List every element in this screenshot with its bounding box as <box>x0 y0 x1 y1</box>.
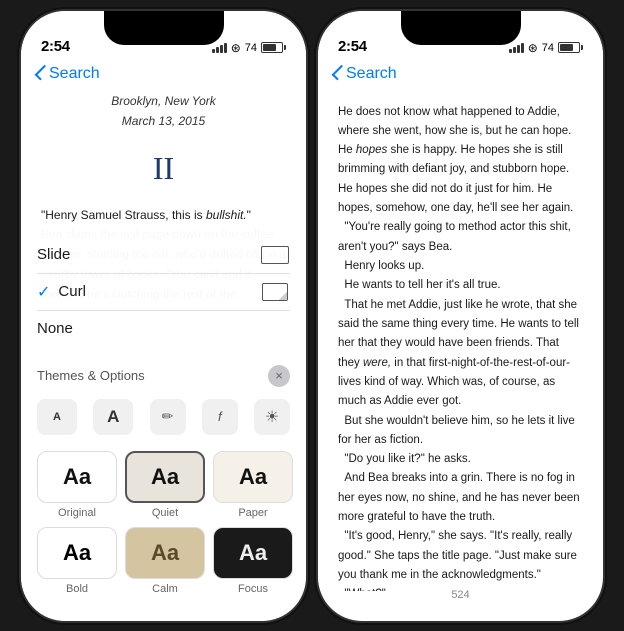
left-phone: 2:54 ⊛ 74 Search <box>21 11 306 621</box>
book-location: Brooklyn, New York March 13, 2015 <box>41 91 286 132</box>
theme-name-focus: Focus <box>238 583 268 595</box>
back-label-left: Search <box>49 65 100 83</box>
theme-preview-quiet: Aa <box>125 451 205 503</box>
brightness-icon: ☀ <box>265 407 279 427</box>
status-bar-left: 2:54 ⊛ 74 <box>21 11 306 61</box>
font-serif-button[interactable]: f <box>202 399 238 435</box>
close-icon: × <box>275 368 283 383</box>
checkmark-icon: ✓ <box>37 282 50 302</box>
wifi-icon-right: ⊛ <box>528 41 538 55</box>
notch-right <box>401 11 521 45</box>
theme-card-focus[interactable]: Aa Focus <box>213 527 293 595</box>
nav-bar-right: Search <box>318 61 603 91</box>
themes-header: Themes & Options × <box>21 355 306 393</box>
battery-label: 74 <box>245 42 257 54</box>
phones-container: 2:54 ⊛ 74 Search <box>21 11 603 621</box>
back-button-right[interactable]: Search <box>334 65 587 83</box>
chevron-left-icon-right <box>332 64 348 80</box>
overlay-panel: Slide ✓ Curl None <box>21 225 306 621</box>
theme-preview-calm: Aa <box>125 527 205 579</box>
signal-icon-right <box>509 43 524 53</box>
slide-option-label-slide: Slide <box>37 246 70 263</box>
brightness-button[interactable]: ☀ <box>254 399 290 435</box>
slide-options: Slide ✓ Curl None <box>21 225 306 355</box>
status-icons-left: ⊛ 74 <box>212 41 286 55</box>
chapter-number: II <box>41 141 286 195</box>
right-phone: 2:54 ⊛ 74 Search <box>318 11 603 621</box>
time-right: 2:54 <box>338 38 367 55</box>
themes-label: Themes & Options <box>37 368 145 383</box>
slide-option-none[interactable]: None <box>37 311 290 347</box>
book-content-right: He does not know what happened to Addie,… <box>318 91 603 591</box>
theme-card-calm[interactable]: Aa Calm <box>125 527 205 595</box>
time-left: 2:54 <box>41 38 70 55</box>
font-increase-button[interactable]: A <box>93 399 133 435</box>
chevron-left-icon <box>35 64 51 80</box>
close-button[interactable]: × <box>268 365 290 387</box>
battery-icon-right <box>558 42 583 53</box>
slide-icon <box>260 245 290 265</box>
curl-icon <box>260 282 290 302</box>
theme-name-quiet: Quiet <box>152 507 178 519</box>
slide-option-slide[interactable]: Slide <box>37 237 290 274</box>
slide-option-label-none: None <box>37 320 73 337</box>
signal-icon <box>212 43 227 53</box>
theme-card-paper[interactable]: Aa Paper <box>213 451 293 519</box>
theme-name-bold: Bold <box>66 583 88 595</box>
battery-icon <box>261 42 286 53</box>
battery-label-right: 74 <box>542 42 554 54</box>
notch-left <box>104 11 224 45</box>
slide-option-curl[interactable]: ✓ Curl <box>37 274 290 311</box>
font-decrease-button[interactable]: A <box>37 399 77 435</box>
theme-card-bold[interactable]: Aa Bold <box>37 527 117 595</box>
theme-preview-paper: Aa <box>213 451 293 503</box>
theme-preview-focus: Aa <box>213 527 293 579</box>
font-style-button[interactable]: ✏ <box>150 399 186 435</box>
theme-cards: Aa Original Aa Quiet Aa Paper <box>21 445 306 601</box>
back-button-left[interactable]: Search <box>37 65 290 83</box>
slide-option-label-curl: Curl <box>58 283 260 300</box>
font-controls: A A ✏ f ☀ <box>21 393 306 445</box>
page-number: 524 <box>318 589 603 601</box>
theme-card-original[interactable]: Aa Original <box>37 451 117 519</box>
font-style-icon: ✏ <box>162 408 174 425</box>
theme-preview-original: Aa <box>37 451 117 503</box>
none-icon <box>260 319 290 339</box>
theme-preview-bold: Aa <box>37 527 117 579</box>
theme-name-paper: Paper <box>238 507 267 519</box>
nav-bar-left: Search <box>21 61 306 91</box>
status-bar-right: 2:54 ⊛ 74 <box>318 11 603 61</box>
status-icons-right: ⊛ 74 <box>509 41 583 55</box>
back-label-right: Search <box>346 65 397 83</box>
theme-name-calm: Calm <box>152 583 178 595</box>
theme-name-original: Original <box>58 507 96 519</box>
font-serif-icon: f <box>218 409 222 424</box>
wifi-icon: ⊛ <box>231 41 241 55</box>
theme-card-quiet[interactable]: Aa Quiet <box>125 451 205 519</box>
